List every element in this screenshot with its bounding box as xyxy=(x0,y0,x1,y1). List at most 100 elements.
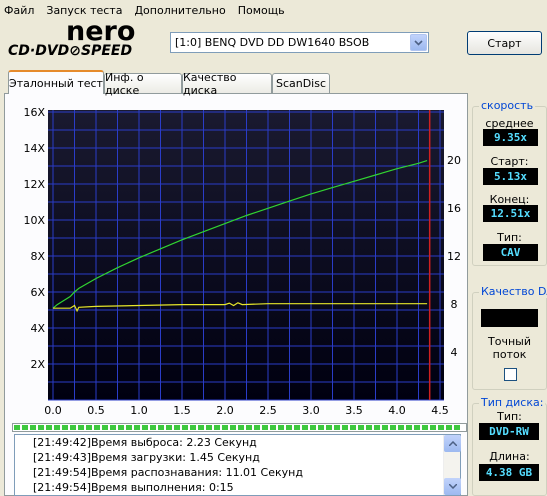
y-left-tick-label: 14X xyxy=(23,142,45,155)
progress-segment xyxy=(198,425,204,430)
benchmark-chart: 0.0 0.5 1.0 1.5 2.0 2.5 3.0 3.5 4.0 4.5 16X 14X 12X… xyxy=(23,106,461,417)
start-speed-value: 5.13x xyxy=(483,168,538,185)
menu-extra[interactable]: Дополнительно xyxy=(134,4,225,17)
progress-segment xyxy=(158,425,164,430)
progress-segment xyxy=(222,425,228,430)
progress-segment xyxy=(134,425,140,430)
log-row: [21:49:54]Время распознавания: 11.01 Сек… xyxy=(33,466,303,479)
progress-segment xyxy=(350,425,356,430)
chevron-down-icon[interactable] xyxy=(410,34,427,51)
progress-segment xyxy=(206,425,212,430)
y-left-tick-label: 4X xyxy=(30,322,45,335)
progress-segment xyxy=(94,425,100,430)
progress-segment xyxy=(390,425,396,430)
x-tick-label: 1.0 xyxy=(130,404,148,417)
log-scrollbar[interactable] xyxy=(443,435,461,495)
progress-segment xyxy=(54,425,60,430)
tab-scandisc[interactable]: ScanDisc xyxy=(272,73,330,93)
menu-help[interactable]: Помощь xyxy=(238,4,285,17)
y-left-tick-label: 2X xyxy=(30,358,45,371)
start-button[interactable]: Старт xyxy=(467,31,542,55)
x-tick-labels: 0.0 0.5 1.0 1.5 2.0 2.5 3.0 3.5 4.0 4.5 xyxy=(44,404,449,417)
x-tick-label: 4.0 xyxy=(388,404,406,417)
speed-group-title: скорость xyxy=(479,99,536,112)
progress-segment xyxy=(182,425,188,430)
disc-length-value: 4.38 GB xyxy=(479,464,539,481)
progress-segment xyxy=(270,425,276,430)
log-row: [21:49:42]Время выброса: 2.23 Секунд xyxy=(33,436,257,449)
progress-segment xyxy=(166,425,172,430)
progress-segment xyxy=(78,425,84,430)
x-tick-label: 3.5 xyxy=(345,404,363,417)
progress-segment xyxy=(358,425,364,430)
tab-disc-info[interactable]: Инф. о диске xyxy=(104,71,182,97)
x-tick-label: 2.5 xyxy=(259,404,277,417)
progress-segment xyxy=(334,425,340,430)
nero-logo: nero CD·DVD⊘SPEED xyxy=(8,16,158,62)
scroll-down-icon[interactable] xyxy=(444,478,461,495)
tab-benchmark[interactable]: Эталонный тест xyxy=(8,70,104,94)
log-row: [21:49:54]Время выполнения: 0:15 xyxy=(33,481,234,494)
y-left-tick-label: 8X xyxy=(30,250,45,263)
progress-bar xyxy=(12,423,467,432)
scroll-up-icon[interactable] xyxy=(444,435,461,452)
x-tick-label: 0.5 xyxy=(87,404,105,417)
progress-segment xyxy=(230,425,236,430)
progress-segment xyxy=(342,425,348,430)
progress-segment xyxy=(294,425,300,430)
speed-type-label: Тип: xyxy=(497,231,522,244)
progress-segment xyxy=(286,425,292,430)
logo-cd-dvd-speed-text: CD·DVD⊘SPEED xyxy=(8,43,133,59)
progress-segment xyxy=(310,425,316,430)
tab-disc-quality[interactable]: Качество диска xyxy=(182,71,272,97)
progress-segment xyxy=(30,425,36,430)
progress-segment xyxy=(150,425,156,430)
dae-value xyxy=(481,309,538,327)
progress-segment xyxy=(70,425,76,430)
end-speed-value: 12.51x xyxy=(483,205,538,222)
x-tick-label: 1.5 xyxy=(173,404,191,417)
x-tick-label: 2.0 xyxy=(216,404,234,417)
dae-group-title: Качество DAE xyxy=(479,285,547,298)
y-left-tick-label: 10X xyxy=(23,214,45,227)
log-row: [21:49:43]Время загрузки: 1.45 Секунд xyxy=(33,451,260,464)
x-tick-label: 0.0 xyxy=(44,404,62,417)
speed-group: скорость среднее 9.35x Старт: 5.13x Коне… xyxy=(472,99,547,266)
accurate-stream-label: Точный поток xyxy=(488,335,531,361)
x-tick-label: 3.0 xyxy=(302,404,320,417)
accurate-stream-checkbox[interactable] xyxy=(504,368,517,381)
x-tick-label: 4.5 xyxy=(431,404,449,417)
progress-segment xyxy=(14,425,20,430)
avg-value: 9.35x xyxy=(483,129,538,146)
progress-segment xyxy=(102,425,108,430)
y-left-tick-label: 6X xyxy=(30,286,45,299)
progress-segment xyxy=(302,425,308,430)
progress-segment xyxy=(374,425,380,430)
progress-segment xyxy=(190,425,196,430)
progress-segment xyxy=(382,425,388,430)
progress-segment xyxy=(366,425,372,430)
dae-group: Качество DAE Точный поток xyxy=(472,285,547,390)
progress-segment xyxy=(38,425,44,430)
drive-select[interactable]: [1:0] BENQ DVD DD DW1640 BSOB xyxy=(170,32,429,53)
y-right-tick-label: 16 xyxy=(447,202,461,215)
menu-run-test[interactable]: Запуск теста xyxy=(46,4,122,17)
disc-type-title: Тип диска: xyxy=(479,396,546,409)
progress-segment xyxy=(142,425,148,430)
progress-segment xyxy=(318,425,324,430)
progress-segment xyxy=(438,425,444,430)
y-right-tick-label: 8 xyxy=(451,298,458,311)
progress-segment xyxy=(430,425,436,430)
progress-segment xyxy=(118,425,124,430)
progress-segment xyxy=(262,425,268,430)
drive-select-value: [1:0] BENQ DVD DD DW1640 BSOB xyxy=(175,36,370,49)
progress-segment xyxy=(254,425,260,430)
disc-type-value: DVD-RW xyxy=(479,423,539,440)
progress-segment xyxy=(422,425,428,430)
y-left-tick-label: 12X xyxy=(23,178,45,191)
menu-file[interactable]: Файл xyxy=(4,4,34,17)
y-left-tick-label: 16X xyxy=(23,106,45,119)
progress-segment xyxy=(446,425,452,430)
y-right-tick-label: 12 xyxy=(447,250,461,263)
disc-type-group: Тип диска: Тип: DVD-RW Длина: 4.38 GB xyxy=(472,396,547,496)
